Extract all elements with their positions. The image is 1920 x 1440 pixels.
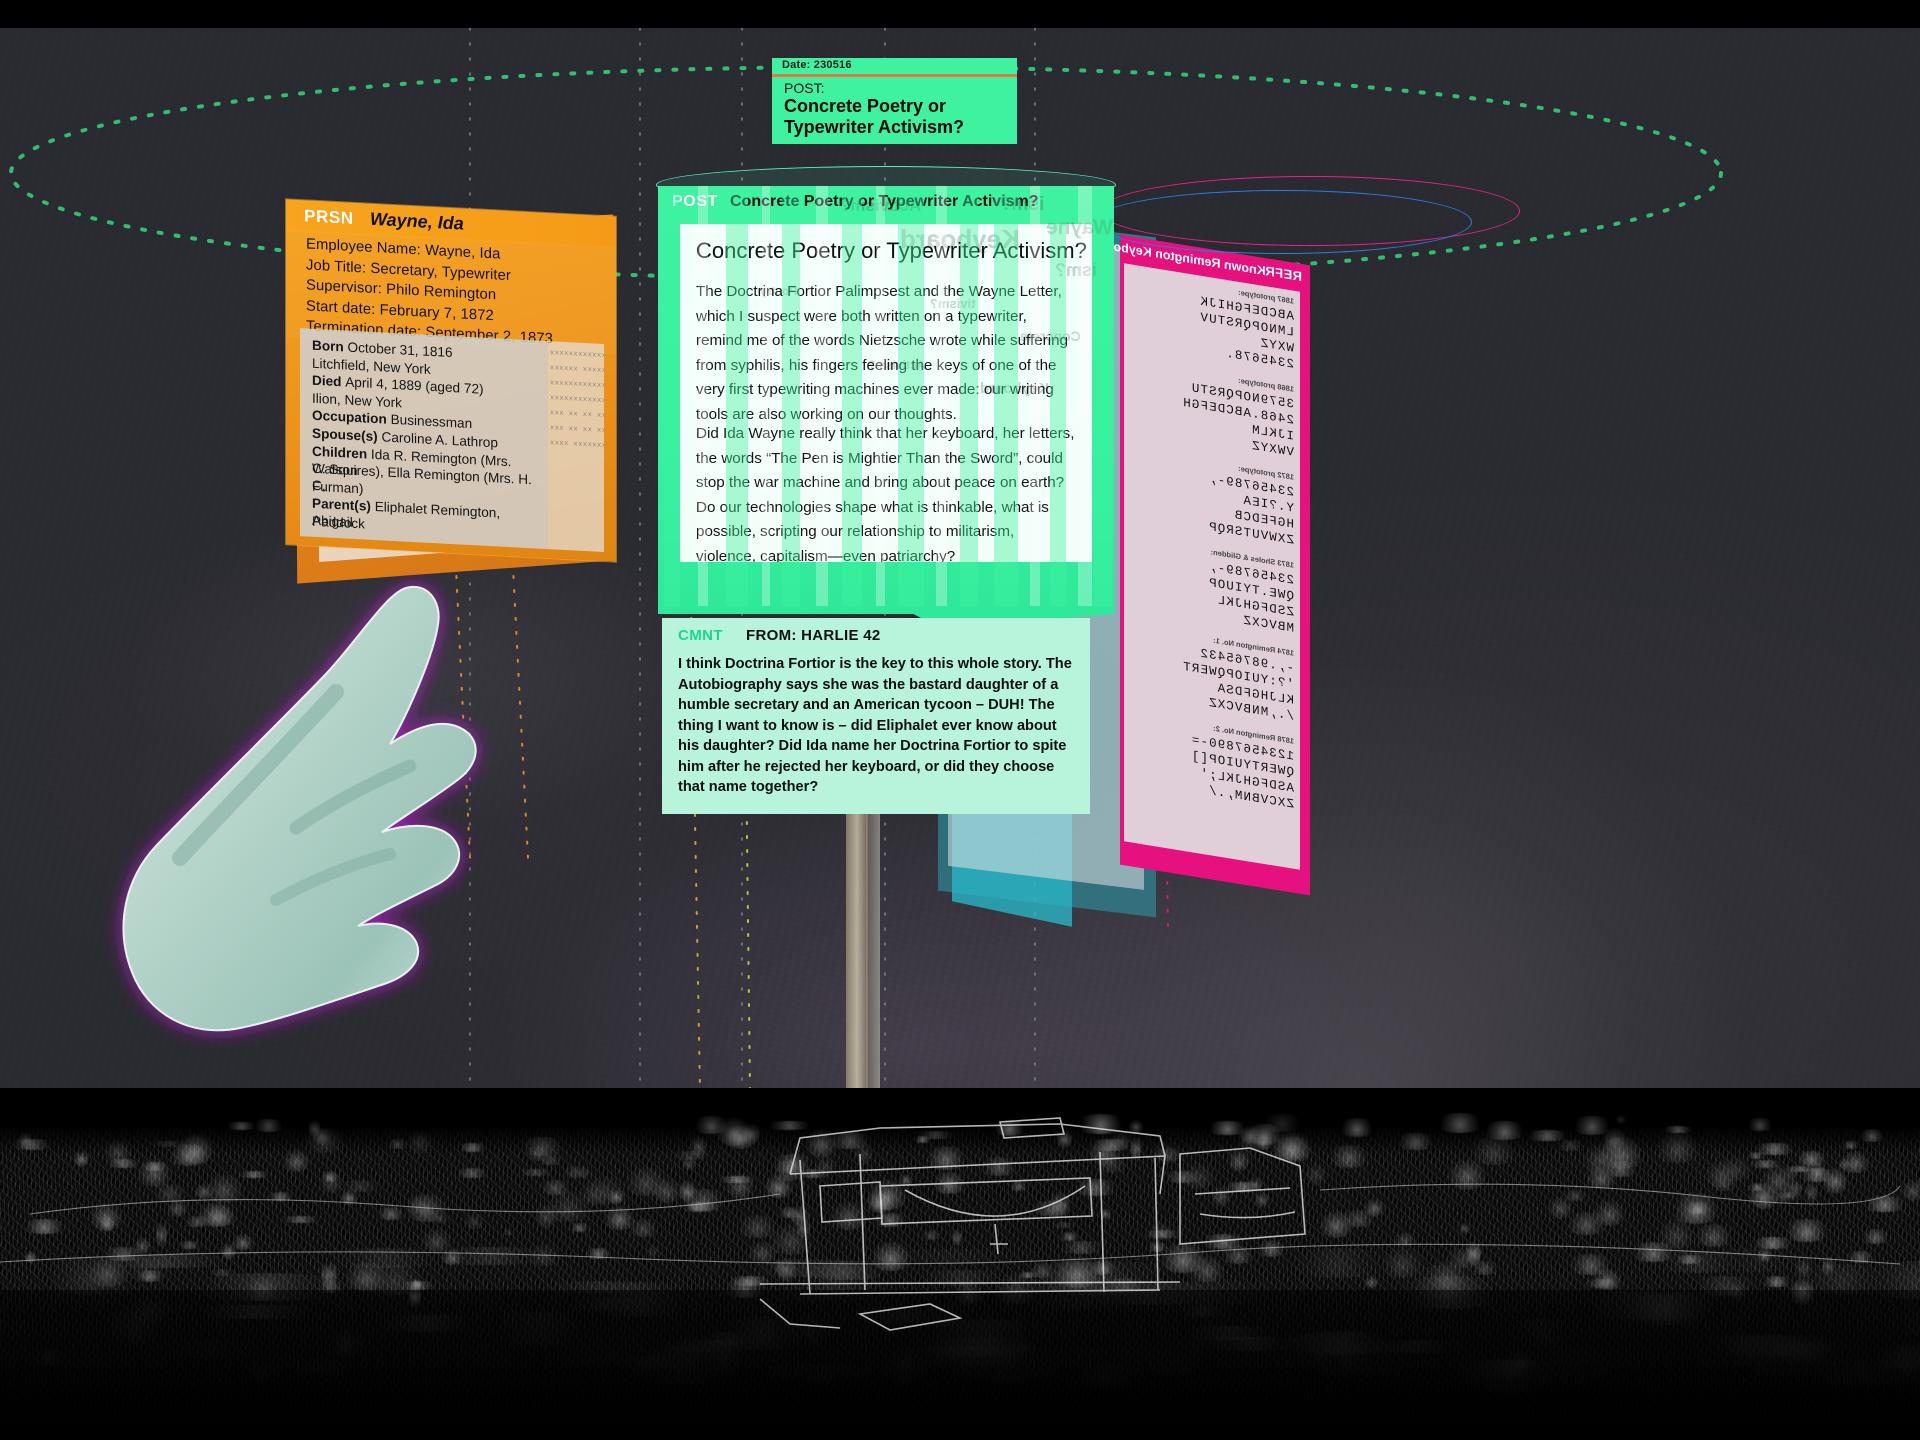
post-header-title: Concrete Poetry or Typewriter Activism? [730,193,1039,210]
bio-key: Died [312,372,346,390]
keyboard-chart: 1873 Sholes & Glidden: 23456789-, QWE.TYIU… [1132,535,1294,637]
post-date: Date: 230516 [782,59,852,71]
post-kind-label: POST: [784,80,825,96]
ledger-row: xxxxxxxxxxxxxxx x xxxxx [550,394,604,408]
cmnt-body: I think Doctrina Fortior is the key to t… [678,656,1072,795]
bio-value: Furman) [312,478,364,497]
cmnt-author: FROM: HARLIE 42 [746,627,881,644]
biography-sheet: Born October 31, 1816 Litchfield, New Yor… [300,328,548,550]
post-heading: Concrete Poetry or Typewriter Activism? [696,238,1087,263]
ledger-row: xxxxxxxxxxxxxxx xxxxxx [550,349,604,362]
ledger-row: xxxx xxxxxxxxxx [550,439,604,451]
person-name: Wayne, Ida [370,208,464,234]
post-paragraph-2: Did Ida Wayne really think that her keyb… [696,425,1075,562]
pedestal-stem [846,808,868,1090]
letterbox-divider [0,1088,1920,1094]
ledger-row: xxxxxxxxxxxxxxxxx xxxx [550,379,604,392]
bio-key: Children [312,443,371,462]
bio-key: Spouse(s) [312,425,382,445]
post-divider [772,74,1017,77]
post-main-header: POST Concrete Poetry or Typewriter Activ… [658,186,1114,220]
letterbox-top [0,0,1920,28]
ledger-row: xxx xx xx xx xx xxxx x [550,409,604,422]
hand-illustration [122,585,477,1032]
comment-card[interactable]: CMNT FROM: HARLIE 42 I think Doctrina Fo… [662,618,1090,814]
landscape-panel [0,1094,1920,1440]
prsn-badge: PRSN [304,206,354,228]
ledger-row: xxxxxx xxxxxxx xxxxxxx [550,364,604,377]
post-card-main[interactable]: POST Concrete Poetry or Typewriter Activ… [658,186,1114,628]
ruined-building-outline [0,1117,1901,1331]
bio-key: Parent(s) [312,496,375,515]
orbit-ring-blue [1092,190,1472,254]
scene-root: PRSN Remington, Philo In 1839 Philo Remi… [0,0,1920,1440]
post-card-summary[interactable]: Date: 230516 POST: Concrete Poetry or Ty… [772,58,1017,144]
post-summary-title: Concrete Poetry or Typewriter Activism? [784,96,965,137]
refr-sheet: 1867 prototype: ABCDEFGHIJK LMNOPQRSTUV WXY… [1124,263,1300,870]
pedestal-stem-2 [866,788,880,1090]
cmnt-badge: CMNT [678,627,723,644]
refr-badge: REFR [1265,263,1302,285]
reference-card-keyboards[interactable]: REFR Known Remington Keyboards until 187… [1026,225,1310,896]
bio-key: Born [312,337,348,355]
keyboard-chart: 1867 prototype: ABCDEFGHIJK LMNOPQRSTUV WXY… [1132,271,1294,373]
post-paragraph-1: The Doctrina Fortior Palimpsest and the … [696,283,1068,423]
upper-scene: PRSN Remington, Philo In 1839 Philo Remi… [0,28,1920,1090]
post-badge: POST [672,193,718,210]
ledger-sheet: xxxxxxxxxxxxxxx xxxxxx xxxxxx x xxxxxx xxx… [548,341,604,553]
keyboard-chart: 1872 prototype: 23456789-, Y.?IEA HGFEDCB ZX… [1132,447,1294,549]
keyboard-chart: 1868 prototype: 3579NOPQRSTU 2468.ABCDEFGH… [1132,359,1294,461]
ledger-row: xxx xx xx xx xx xxxxxxx [550,424,604,438]
keyboard-chart: 1874 Remington No. 1: -,.98765432 '?:YUIOP… [1132,623,1294,725]
keyboard-chart: 1878 Remington No. 2: 1234567890-= QWERTYU… [1132,711,1294,813]
post-page: Concrete Poetry or Typewriter Activism? … [680,224,1092,562]
person-card-wayne[interactable]: PRSN Wayne, Ida Employee Name: Wayne, Id… [286,199,616,562]
